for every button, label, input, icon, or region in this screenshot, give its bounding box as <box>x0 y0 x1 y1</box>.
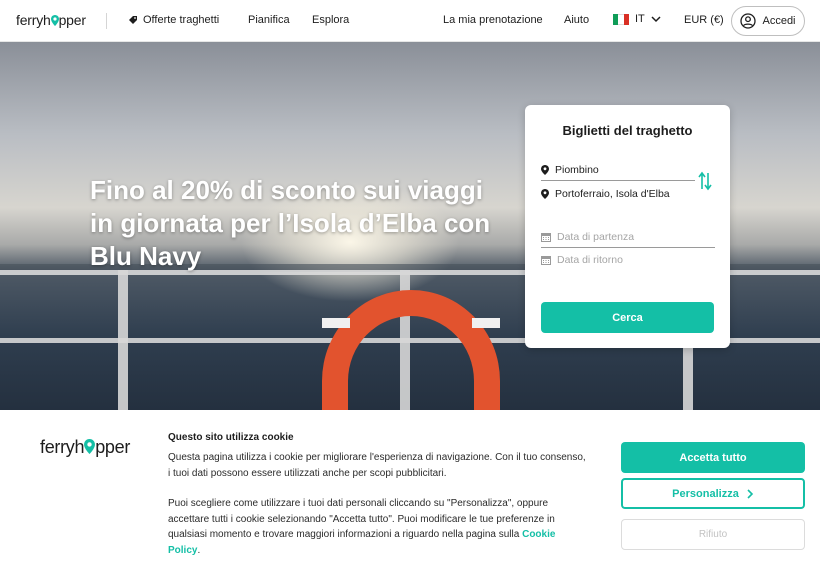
lifebuoy-band <box>472 318 500 328</box>
top-header: ferryh pper Offerte traghetti Pianifica E… <box>0 0 820 42</box>
ferry-search-card: Biglietti del traghetto Piombino Portofe… <box>525 105 730 348</box>
italy-flag-icon <box>613 13 629 25</box>
location-pin-icon <box>541 164 549 175</box>
customize-button[interactable]: Personalizza <box>621 478 805 509</box>
departure-port-value: Piombino <box>555 163 599 176</box>
customize-label: Personalizza <box>672 487 739 500</box>
accept-all-button[interactable]: Accetta tutto <box>621 442 805 473</box>
chevron-down-icon <box>651 15 661 22</box>
railing-post <box>118 270 128 410</box>
nav-offers[interactable]: Offerte traghetti <box>128 14 219 26</box>
swap-icon[interactable] <box>697 171 713 191</box>
logo-text-end: pper <box>58 12 86 28</box>
refuse-button[interactable]: Rifiuto <box>621 519 805 550</box>
chevron-right-icon <box>747 488 753 499</box>
cookie-text-choices: Puoi scegliere come utilizzare i tuoi da… <box>168 496 588 558</box>
departure-date-placeholder: Data di partenza <box>557 230 635 243</box>
hero-title: Fino al 20% di sconto sui viaggi in gior… <box>90 175 491 271</box>
user-circle-icon <box>740 13 757 29</box>
departure-port-field[interactable]: Piombino <box>541 159 695 181</box>
calendar-icon <box>541 256 551 265</box>
currency-selector[interactable]: EUR (€) <box>684 14 724 26</box>
nav-my-booking[interactable]: La mia prenotazione <box>443 14 543 26</box>
arrival-port-field[interactable]: Portoferraio, Isola d'Elba <box>541 183 715 205</box>
nav-explore[interactable]: Esplora <box>312 14 349 26</box>
nav-offers-label: Offerte traghetti <box>143 14 220 26</box>
language-selector[interactable]: IT <box>613 13 661 25</box>
ferryhopper-logo[interactable]: ferryh pper <box>16 12 86 28</box>
location-pin-icon <box>541 189 549 199</box>
cookie-policy-suffix: . <box>197 544 201 556</box>
nav-plan[interactable]: Pianifica <box>248 14 290 26</box>
return-date-placeholder: Data di ritorno <box>557 254 623 266</box>
logo-pin-icon <box>50 15 59 26</box>
card-title: Biglietti del traghetto <box>562 123 693 138</box>
login-button[interactable]: Accedi <box>731 6 805 36</box>
header-divider <box>106 13 107 29</box>
cookie-banner: ferryh pper Questo sito utilizza cookie Q… <box>0 410 820 577</box>
lifebuoy-band <box>322 318 350 328</box>
language-label: IT <box>635 13 645 25</box>
login-label: Accedi <box>762 15 796 27</box>
logo-text-start: ferryh <box>16 12 51 28</box>
return-date-field[interactable]: Data di ritorno <box>541 249 715 271</box>
calendar-icon <box>541 232 551 242</box>
cookie-banner-logo: ferryh pper <box>40 437 130 458</box>
logo-text-end: pper <box>95 437 131 457</box>
cookie-choices-text: Puoi scegliere come utilizzare i tuoi da… <box>168 498 555 540</box>
tag-icon <box>129 15 137 24</box>
departure-date-field[interactable]: Data di partenza <box>541 226 715 248</box>
lifebuoy-image <box>322 290 500 410</box>
logo-pin-icon <box>84 439 96 454</box>
cookie-text-consent: Questa pagina utilizza i cookie per migl… <box>168 452 586 479</box>
search-button[interactable]: Cerca <box>541 302 714 333</box>
nav-help[interactable]: Aiuto <box>564 14 589 26</box>
arrival-port-value: Portoferraio, Isola d'Elba <box>555 188 670 200</box>
logo-text-start: ferryh <box>40 437 85 457</box>
cookie-title: Questo sito utilizza cookie <box>168 432 294 443</box>
